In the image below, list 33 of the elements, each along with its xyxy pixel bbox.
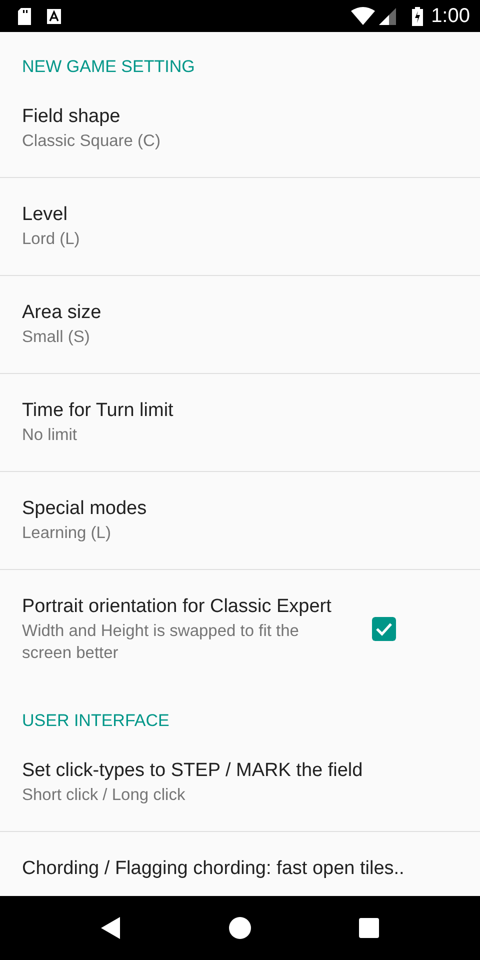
home-icon[interactable] xyxy=(229,917,251,939)
preference-item[interactable]: Set click-types to STEP / MARK the field Short click / Long click xyxy=(0,734,480,832)
preference-title: Set click-types to STEP / MARK the field xyxy=(22,759,364,783)
back-icon[interactable] xyxy=(101,917,121,939)
battery-charging-icon xyxy=(412,6,424,26)
preference-title: Field shape xyxy=(22,105,122,129)
preference-summary: Learning (L) xyxy=(22,523,112,544)
preference-item[interactable]: Field shape Classic Square (C) xyxy=(0,80,480,178)
preference-item[interactable]: Special modes Learning (L) xyxy=(0,472,480,570)
preference-title: Portrait orientation for Classic Expert xyxy=(22,595,332,619)
preference-title: Time for Turn limit xyxy=(22,399,174,423)
section-header: USER INTERFACE xyxy=(21,710,170,732)
preference-title: Area size xyxy=(22,301,102,325)
wifi-icon xyxy=(351,7,376,25)
preference-title: Chording / Flagging chording: fast open tiles.. xyxy=(22,857,406,881)
checkbox[interactable] xyxy=(372,617,396,641)
section-header: NEW GAME SETTING xyxy=(21,56,196,78)
preference-summary: Lord (L) xyxy=(22,229,81,250)
preference-summary: Short click / Long click xyxy=(22,785,186,806)
preference-summary: Width and Height is swapped to fit the screen better xyxy=(22,621,300,664)
sd-card-icon xyxy=(18,8,31,24)
preference-title: Special modes xyxy=(22,497,148,521)
preference-title: Level xyxy=(22,203,68,227)
preference-summary: Classic Square (C) xyxy=(22,131,162,152)
preference-item[interactable]: Level Lord (L) xyxy=(0,178,480,276)
preference-item[interactable]: Portrait orientation for Classic Expert Width and Height is swapped to fit the screen better xyxy=(0,570,480,686)
clock-time: 1:00 xyxy=(431,4,470,29)
font-icon xyxy=(47,8,61,24)
preference-item[interactable]: Time for Turn limit No limit xyxy=(0,374,480,472)
cell-signal-icon xyxy=(379,8,396,24)
preference-item[interactable]: Area size Small (S) xyxy=(0,276,480,374)
preference-summary: No limit xyxy=(22,425,78,446)
preference-summary: Small (S) xyxy=(22,327,91,348)
